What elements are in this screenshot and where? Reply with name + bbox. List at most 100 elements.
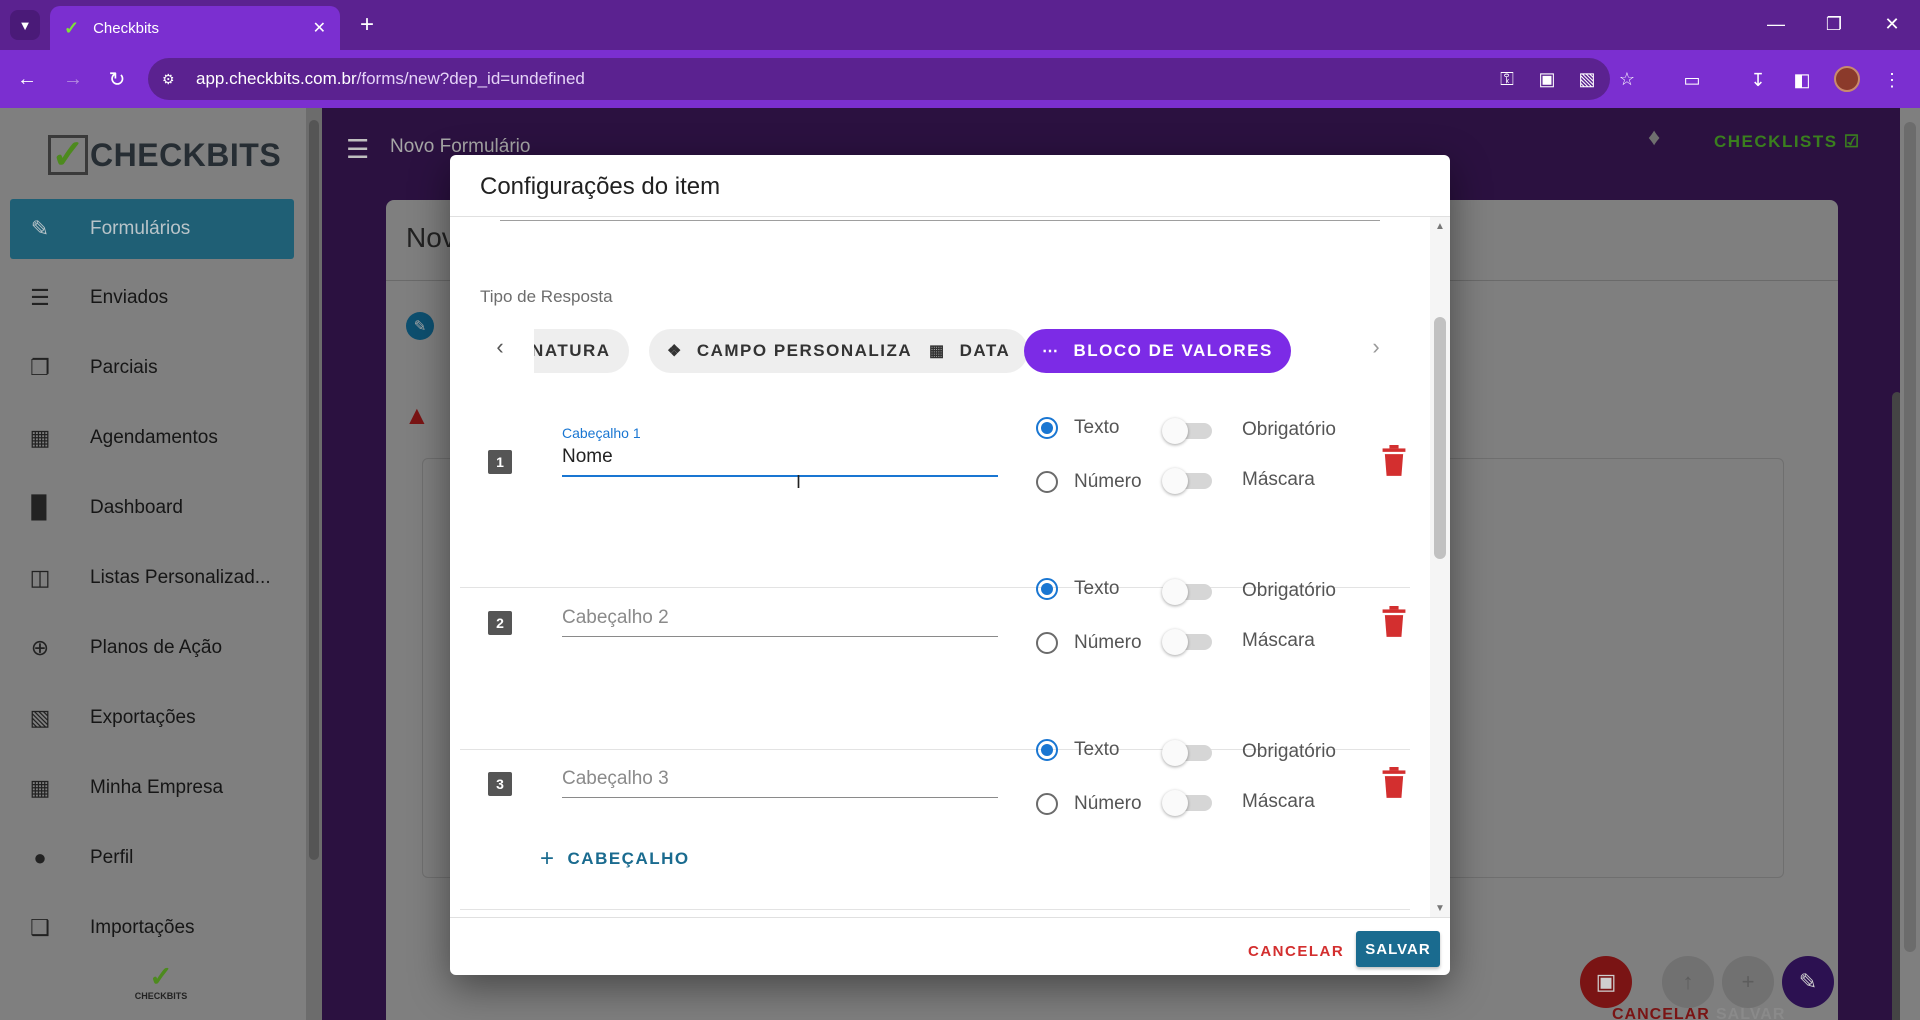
extensions-icon[interactable]: ▭ xyxy=(1676,64,1708,96)
header-field[interactable]: Cabeçalho 1 I xyxy=(562,425,998,492)
scroll-up-arrow-icon[interactable]: ▲ xyxy=(1435,221,1445,232)
header-input[interactable] xyxy=(562,763,998,795)
notification-bell-icon[interactable]: ♦ xyxy=(1648,124,1660,152)
address-bar[interactable]: ⚙ app.checkbits.com.br/forms/new?dep_id=… xyxy=(148,58,1610,100)
new-tab-button[interactable]: + xyxy=(352,10,382,40)
dialog-footer-divider xyxy=(450,917,1450,918)
header-field[interactable] xyxy=(562,747,998,801)
bar-chart-icon: ▉ xyxy=(31,495,49,520)
move-up-fab[interactable]: ↑ xyxy=(1662,956,1714,1008)
chips-next-arrow-icon[interactable]: › xyxy=(1358,329,1394,365)
minimize-button[interactable]: — xyxy=(1756,8,1796,40)
forward-button[interactable]: → xyxy=(56,62,90,96)
checkbits-logo[interactable]: ✓ CHECKBITS xyxy=(48,130,281,180)
install-app-icon[interactable]: ▣ xyxy=(1532,64,1562,94)
mask-toggle[interactable] xyxy=(1160,787,1216,817)
sidebar-item-importacoes[interactable]: ❑ Importações xyxy=(10,898,294,958)
required-toggle[interactable] xyxy=(1160,415,1216,445)
header-input[interactable] xyxy=(562,441,998,473)
add-header-button[interactable]: + CABEÇALHO xyxy=(540,845,690,873)
tab-search-button[interactable]: ▼ xyxy=(10,10,40,40)
back-button[interactable]: ← xyxy=(10,62,44,96)
site-info-icon[interactable]: ⚙ xyxy=(162,71,182,88)
browser-tab[interactable]: ✓ Checkbits ✕ xyxy=(50,6,340,50)
type-text-radio[interactable] xyxy=(1036,739,1058,761)
chip-assinatura[interactable]: SINATURA xyxy=(534,329,629,373)
sidebar-item-label: Importações xyxy=(90,917,195,938)
checklists-link[interactable]: CHECKLISTS ☑ xyxy=(1714,132,1861,152)
type-text-radio[interactable] xyxy=(1036,578,1058,600)
mini-logo-check-icon: ✓ xyxy=(149,961,173,992)
reload-button[interactable]: ↻ xyxy=(100,62,134,96)
type-text-radio[interactable] xyxy=(1036,417,1058,439)
page-save-button[interactable]: SALVAR xyxy=(1716,1006,1785,1020)
dialog-cancel-button[interactable]: CANCELAR xyxy=(1240,933,1352,969)
dialog-scrollbar[interactable]: ▲ ▼ xyxy=(1430,217,1450,917)
chip-bloco-de-valores[interactable]: ⋯ BLOCO DE VALORES xyxy=(1024,329,1291,373)
dialog-save-button[interactable]: SALVAR xyxy=(1356,931,1440,967)
chips-prev-arrow-icon[interactable]: ‹ xyxy=(482,329,518,365)
sent-icon: ☰ xyxy=(30,285,50,310)
page-scrollbar[interactable] xyxy=(1900,108,1920,1020)
type-number-radio[interactable] xyxy=(1036,471,1058,493)
header-input[interactable] xyxy=(562,602,998,634)
close-window-button[interactable]: ✕ xyxy=(1872,8,1912,40)
row-number-badge: 2 xyxy=(488,611,512,635)
calendar-icon: ▦ xyxy=(929,343,946,360)
url-host: app.checkbits.com.br xyxy=(196,69,357,88)
add-item-fab[interactable]: + xyxy=(1722,956,1774,1008)
sidebar-item-agendamentos[interactable]: ▦ Agendamentos xyxy=(10,408,294,468)
header-row: 1 Cabeçalho 1 I Texto Número Obrigatório… xyxy=(460,387,1410,549)
chip-data[interactable]: ▦ DATA xyxy=(911,329,1029,373)
edit-pencil-icon[interactable]: ✎ xyxy=(406,312,434,340)
hamburger-menu-icon[interactable]: ☰ xyxy=(346,134,369,165)
sidebar-item-label: Exportações xyxy=(90,707,196,728)
translate-icon[interactable]: ▧ xyxy=(1572,64,1602,94)
sidebar-item-formularios[interactable]: ✎ Formulários xyxy=(10,199,294,259)
scroll-down-arrow-icon[interactable]: ▼ xyxy=(1435,903,1445,914)
sidebar-item-enviados[interactable]: ☰ Enviados xyxy=(10,268,294,328)
type-number-radio[interactable] xyxy=(1036,632,1058,654)
mask-label: Máscara xyxy=(1242,630,1315,651)
mask-toggle[interactable] xyxy=(1160,626,1216,656)
header-field-underline xyxy=(562,797,998,798)
password-key-icon[interactable]: ⚿ xyxy=(1492,64,1522,94)
edit-item-fab[interactable]: ✎ xyxy=(1782,956,1834,1008)
sidebar-item-label: Listas Personalizad... xyxy=(90,567,271,588)
delete-row-icon[interactable] xyxy=(1380,445,1408,477)
required-toggle[interactable] xyxy=(1160,737,1216,767)
side-panel-icon[interactable]: ◧ xyxy=(1786,64,1818,96)
chip-label: SINATURA xyxy=(534,341,611,360)
sidebar-item-perfil[interactable]: ● Perfil xyxy=(10,828,294,888)
page-scroll-thumb[interactable] xyxy=(1904,122,1916,952)
close-tab-icon[interactable]: ✕ xyxy=(313,18,326,38)
restore-button[interactable]: ❐ xyxy=(1814,8,1854,40)
mask-toggle[interactable] xyxy=(1160,465,1216,495)
downloads-icon[interactable]: ↧ xyxy=(1742,64,1774,96)
bookmark-star-icon[interactable]: ☆ xyxy=(1612,64,1642,94)
calendar-icon: ▦ xyxy=(29,425,51,450)
delete-item-fab[interactable]: ▣ xyxy=(1580,956,1632,1008)
required-toggle[interactable] xyxy=(1160,576,1216,606)
sidebar-item-exportacoes[interactable]: ▧ Exportações xyxy=(10,688,294,748)
building-icon: ▦ xyxy=(29,775,51,800)
delete-row-icon[interactable] xyxy=(1380,606,1408,638)
sidebar-scroll-thumb[interactable] xyxy=(309,120,319,860)
sidebar-item-parciais[interactable]: ❐ Parciais xyxy=(10,338,294,398)
dialog-scroll-thumb[interactable] xyxy=(1434,317,1446,559)
header-field[interactable] xyxy=(562,586,998,640)
type-number-radio[interactable] xyxy=(1036,793,1058,815)
required-label: Obrigatório xyxy=(1242,741,1336,762)
item-settings-dialog: Configurações do item Tipo de Resposta ‹… xyxy=(450,155,1450,975)
sidebar-scrollbar[interactable] xyxy=(306,108,322,1020)
browser-menu-icon[interactable]: ⋮ xyxy=(1876,64,1908,96)
sidebar-item-empresa[interactable]: ▦ Minha Empresa xyxy=(10,758,294,818)
page-cancel-button[interactable]: CANCELAR xyxy=(1612,1006,1710,1020)
sidebar-item-planos[interactable]: ⊕ Planos de Ação xyxy=(10,618,294,678)
type-text-label: Texto xyxy=(1074,417,1120,438)
sidebar-item-dashboard[interactable]: ▉ Dashboard xyxy=(10,478,294,538)
delete-row-icon[interactable] xyxy=(1380,767,1408,799)
profile-avatar[interactable] xyxy=(1834,66,1860,92)
chip-label: BLOCO DE VALORES xyxy=(1073,341,1273,360)
sidebar-item-listas[interactable]: ◫ Listas Personalizad... xyxy=(10,548,294,608)
